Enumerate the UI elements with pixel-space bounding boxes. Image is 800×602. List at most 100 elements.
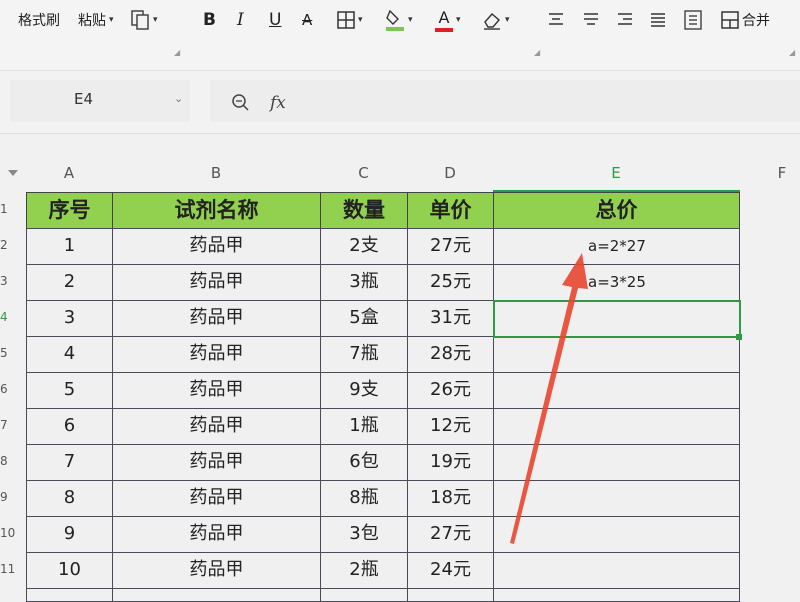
formula-input[interactable] [210,80,800,122]
row-header[interactable]: 1 [0,202,14,216]
table-cell[interactable]: 9支 [320,372,408,409]
table-cell[interactable]: 8 [26,480,113,517]
table-cell[interactable]: 7瓶 [320,336,408,373]
merge-cells-icon [721,11,739,29]
dialog-launcher-icon[interactable]: ◢ [789,48,795,57]
justify-button[interactable] [650,6,666,34]
chevron-down-icon[interactable]: ▾ [358,15,363,25]
header-cell-quantity[interactable]: 数量 [320,192,408,229]
table-cell[interactable]: 5盒 [320,300,408,337]
column-header-c[interactable]: C [320,160,407,186]
chevron-down-icon[interactable]: ▾ [153,15,158,25]
table-cell[interactable]: 3瓶 [320,264,408,301]
font-color-button[interactable]: A ▾ [435,6,461,34]
table-cell[interactable]: 2支 [320,228,408,265]
fx-icon[interactable]: fx [270,93,286,113]
dialog-launcher-icon[interactable]: ◢ [174,48,180,57]
table-cell[interactable]: 28元 [407,336,494,373]
fill-color-button[interactable]: ▾ [385,6,413,34]
dialog-launcher-icon[interactable]: ◢ [534,48,540,57]
table-cell[interactable]: 18元 [407,480,494,517]
column-header-b[interactable]: B [112,160,320,186]
table-cell[interactable]: 药品甲 [112,336,321,373]
row-header[interactable]: 10 [0,526,15,540]
merge-button[interactable]: 合并 [721,6,770,34]
header-cell-reagent-name[interactable]: 试剂名称 [112,192,321,229]
header-cell-total-price[interactable]: 总价 [493,192,740,229]
fill-handle[interactable] [736,334,742,340]
column-header-d[interactable]: D [407,160,493,186]
table-cell[interactable]: 4 [26,336,113,373]
chevron-down-icon[interactable]: ▾ [456,15,461,25]
column-selection-indicator [493,190,740,192]
table-cell[interactable]: 27元 [407,228,494,265]
table-cell[interactable]: 药品甲 [112,408,321,445]
table-cell[interactable] [493,552,740,589]
table-cell[interactable]: 药品甲 [112,264,321,301]
table-cell[interactable]: 7 [26,444,113,481]
header-cell-index[interactable]: 序号 [26,192,113,229]
table-cell[interactable]: 31元 [407,300,494,337]
table-cell[interactable]: 药品甲 [112,552,321,589]
table-cell[interactable]: 10 [26,552,113,589]
chevron-down-icon[interactable]: ▾ [408,15,413,25]
borders-button[interactable]: ▾ [337,6,363,34]
table-cell[interactable]: 1 [26,228,113,265]
align-middle-button[interactable] [583,6,599,34]
format-painter-button[interactable]: 格式刷 [18,6,60,34]
chevron-down-icon[interactable]: ▾ [109,15,114,25]
name-box[interactable]: E4 ⌄ [10,80,190,122]
table-cell[interactable]: 1瓶 [320,408,408,445]
row-header[interactable]: 6 [0,382,14,396]
table-cell[interactable]: 2瓶 [320,552,408,589]
bold-button[interactable]: B [203,6,216,34]
clear-format-button[interactable]: ▾ [482,6,510,34]
annotation-arrow-icon [510,253,588,544]
table-cell[interactable]: 24元 [407,552,494,589]
table-cell[interactable]: 药品甲 [112,516,321,553]
table-cell[interactable]: 3包 [320,516,408,553]
row-header[interactable]: 5 [0,346,14,360]
table-cell[interactable]: 药品甲 [112,300,321,337]
copy-dropdown[interactable]: ▾ [130,6,158,34]
italic-button[interactable]: I [237,6,244,34]
paste-button[interactable]: 粘贴 ▾ [78,6,114,34]
row-header[interactable]: 3 [0,274,14,288]
strikethrough-button[interactable]: A [302,6,312,34]
table-cell[interactable]: 9 [26,516,113,553]
row-header[interactable]: 7 [0,418,14,432]
header-cell-unit-price[interactable]: 单价 [407,192,494,229]
chevron-down-icon[interactable]: ⌄ [174,92,183,105]
row-header[interactable]: 8 [0,454,14,468]
zoom-icon[interactable] [231,93,249,111]
row-header[interactable]: 9 [0,490,14,504]
row-header[interactable]: 4 [0,310,14,324]
distribute-button[interactable] [684,6,702,34]
align-top-button[interactable] [548,6,564,34]
chevron-down-icon[interactable]: ▾ [505,15,510,25]
table-cell[interactable]: 3 [26,300,113,337]
paste-label: 粘贴 [78,13,106,29]
table-cell[interactable]: 8瓶 [320,480,408,517]
table-cell[interactable]: 药品甲 [112,372,321,409]
table-cell[interactable]: 6包 [320,444,408,481]
table-cell[interactable]: 药品甲 [112,480,321,517]
row-header[interactable]: 11 [0,562,15,576]
table-cell[interactable]: 25元 [407,264,494,301]
table-cell[interactable]: 6 [26,408,113,445]
table-cell[interactable]: 5 [26,372,113,409]
column-header-a[interactable]: A [26,160,112,186]
table-cell[interactable]: 26元 [407,372,494,409]
column-header-e[interactable]: E [493,160,739,186]
select-all-icon[interactable] [8,170,18,176]
table-cell[interactable]: 药品甲 [112,228,321,265]
column-header-f[interactable]: F [739,160,800,186]
row-header[interactable]: 2 [0,238,14,252]
table-cell[interactable]: 19元 [407,444,494,481]
underline-button[interactable]: U [269,6,281,34]
table-cell[interactable]: 2 [26,264,113,301]
align-bottom-button[interactable] [617,6,633,34]
table-cell[interactable]: 药品甲 [112,444,321,481]
table-cell[interactable]: 27元 [407,516,494,553]
table-cell[interactable]: 12元 [407,408,494,445]
